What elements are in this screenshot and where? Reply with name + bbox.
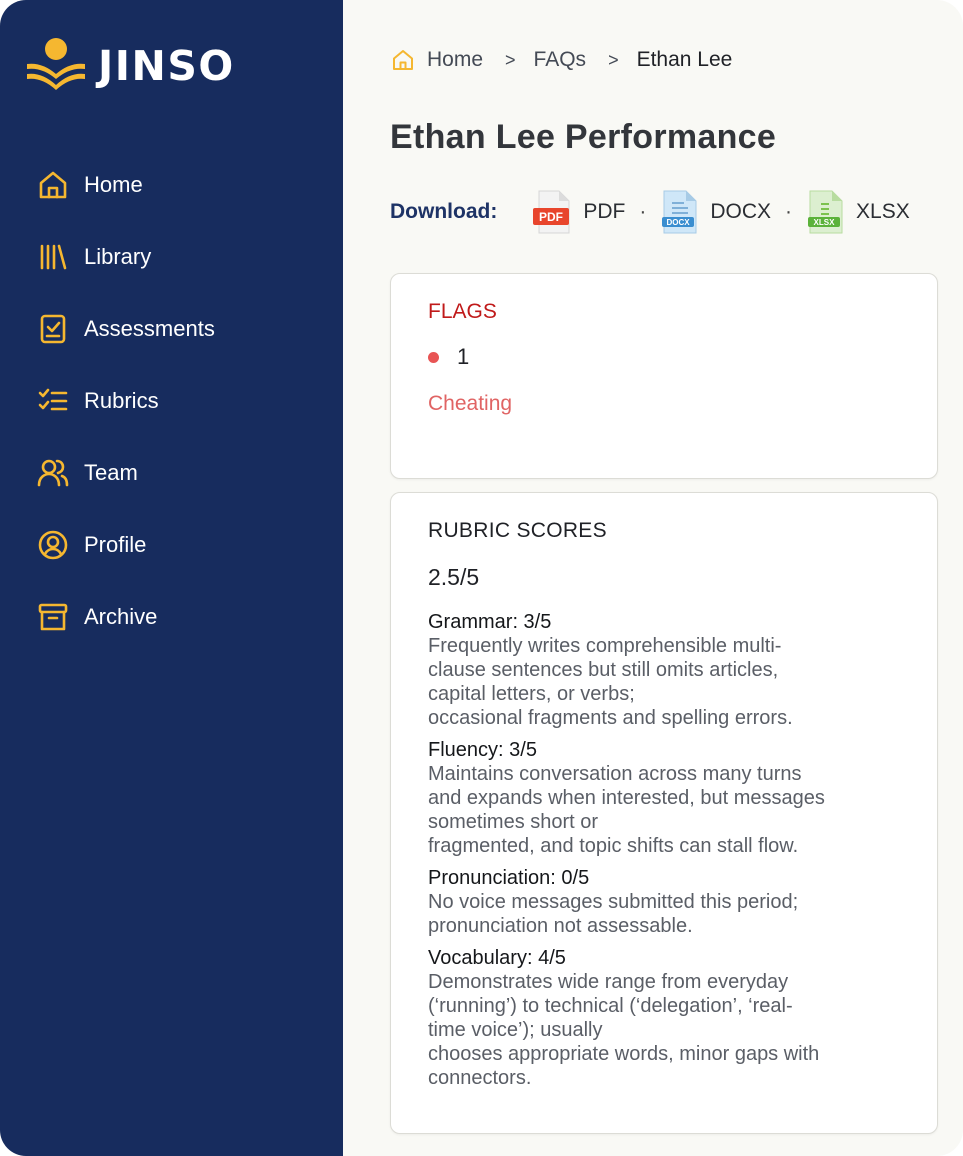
docx-file-icon: DOCX [662,190,697,234]
team-icon [36,456,70,490]
separator: · [785,200,793,223]
breadcrumb-current: Ethan Lee [636,48,733,71]
flag-item: Cheating [428,392,513,415]
logo-icon [27,38,85,90]
download-pdf-label: PDF [583,200,626,223]
xlsx-file-icon: XLSX [808,190,843,234]
criterion-description: Frequently writes comprehensible multi- … [428,635,793,729]
archive-icon [36,600,70,634]
flags-title: FLAGS [428,300,497,323]
chevron-right-icon: > [505,49,516,70]
sidebar-item-team[interactable]: Team [36,449,215,497]
criterion-grammar: Grammar: 3/5 Frequently writes comprehen… [428,610,898,730]
download-xlsx-label: XLSX [856,200,910,223]
download-pdf-button[interactable]: PDF PDF [533,190,625,234]
download-xlsx-button[interactable]: XLSX XLSX [806,190,910,234]
sidebar-item-label: Team [84,460,138,485]
sidebar-item-rubrics[interactable]: Rubrics [36,377,215,425]
flags-card: FLAGS 1 Cheating [390,273,938,479]
sidebar-item-label: Library [84,244,152,269]
rubric-criteria-list: Grammar: 3/5 Frequently writes comprehen… [428,610,898,1098]
sidebar-item-profile[interactable]: Profile [36,521,215,569]
sidebar-item-label: Home [84,172,143,197]
criterion-fluency: Fluency: 3/5 Maintains conversation acro… [428,738,898,858]
breadcrumb: Home > FAQs > Ethan Lee [391,48,732,72]
sidebar-item-label: Profile [84,532,147,557]
library-icon [36,240,70,274]
separator: · [639,200,647,223]
breadcrumb-faqs-link[interactable]: FAQs [534,48,587,72]
flags-count-value: 1 [457,344,470,369]
rubric-title: RUBRIC SCORES [428,519,607,542]
sidebar-item-home[interactable]: Home [36,161,215,209]
app-window: JINSO Home Library Assessments Rubrics T… [0,0,963,1156]
sidebar-item-label: Assessments [84,316,215,341]
home-icon[interactable] [391,48,415,72]
download-docx-label: DOCX [710,200,772,223]
download-label: Download: [390,200,498,223]
sidebar-item-archive[interactable]: Archive [36,593,215,641]
profile-icon [36,528,70,562]
chevron-right-icon: > [608,49,619,70]
svg-text:XLSX: XLSX [814,218,836,227]
rubric-total-score: 2.5/5 [428,564,480,590]
home-icon [36,168,70,202]
logo-text: JINSO [98,41,235,90]
criterion-description: Demonstrates wide range from everyday (‘… [428,971,820,1089]
logo[interactable]: JINSO [24,36,235,96]
pdf-file-icon: PDF [533,190,570,234]
flag-dot-icon [428,351,439,363]
criterion-description: No voice messages submitted this period;… [428,891,799,937]
criterion-name: Grammar: 3/5 [428,611,552,633]
sidebar-item-library[interactable]: Library [36,233,215,281]
criterion-name: Fluency: 3/5 [428,739,537,761]
sidebar-item-label: Rubrics [84,388,159,413]
svg-text:DOCX: DOCX [667,218,691,227]
download-bar: Download: PDF PDF · DOCX DOCX · XLSX XLS… [390,190,910,234]
download-docx-button[interactable]: DOCX DOCX [660,190,771,234]
sidebar: JINSO Home Library Assessments Rubrics T… [0,0,343,1156]
rubric-card: RUBRIC SCORES 2.5/5 Grammar: 3/5 Frequen… [390,492,938,1134]
criterion-vocabulary: Vocabulary: 4/5 Demonstrates wide range … [428,946,898,1090]
sidebar-item-assessments[interactable]: Assessments [36,305,215,353]
clipboard-check-icon [36,312,70,346]
svg-text:PDF: PDF [539,210,563,224]
criterion-name: Pronunciation: 0/5 [428,867,590,889]
checklist-icon [36,384,70,418]
flags-count: 1 [428,344,469,370]
sidebar-item-label: Archive [84,604,158,629]
breadcrumb-home-link[interactable]: Home [427,48,483,72]
sidebar-nav: Home Library Assessments Rubrics Team Pr… [36,161,215,665]
criterion-pronunciation: Pronunciation: 0/5 No voice messages sub… [428,866,898,938]
page-title: Ethan Lee Performance [390,118,777,156]
criterion-description: Maintains conversation across many turns… [428,763,825,857]
criterion-name: Vocabulary: 4/5 [428,947,566,969]
